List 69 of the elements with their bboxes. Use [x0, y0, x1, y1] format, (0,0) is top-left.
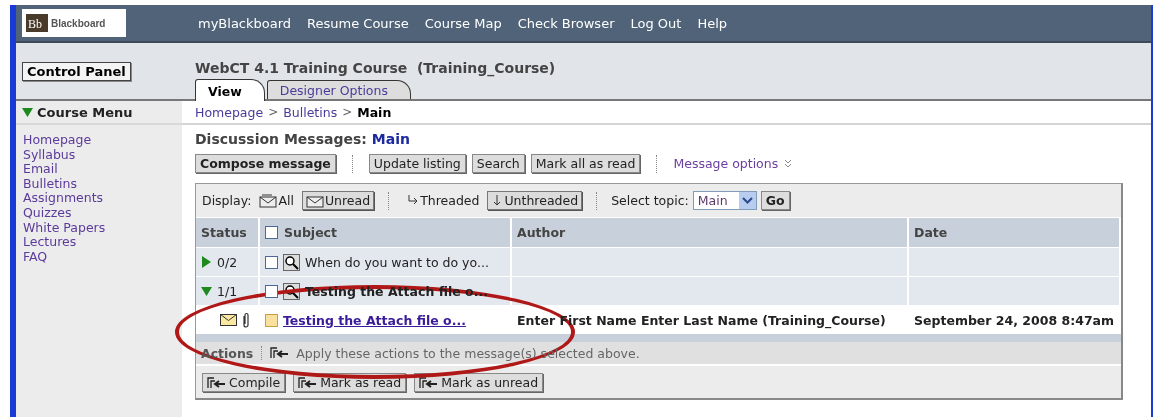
filter-toggle[interactable]: Unread	[301, 191, 375, 210]
nav-link[interactable]: myBlackboard	[198, 15, 292, 31]
apply-arrow-icon[interactable]	[207, 376, 227, 389]
course-menu-link[interactable]: Bulletins	[23, 176, 182, 192]
row-checkbox[interactable]	[265, 313, 278, 327]
table-cell: September 24, 2008 8:47am	[914, 312, 1115, 328]
toolbar-button[interactable]: Mark all as read	[530, 154, 641, 173]
nav-link[interactable]: Resume Course	[307, 15, 409, 31]
course-menu-link[interactable]: Lectures	[23, 235, 182, 250]
page-heading: Discussion Messages: Main	[195, 131, 411, 147]
breadcrumb-current[interactable]: Main	[357, 104, 392, 120]
collapse-arrow-icon[interactable]	[22, 107, 33, 117]
column-header: Subject	[284, 225, 337, 240]
course-title: WebCT 4.1 Training Course (Training_Course)	[195, 60, 557, 76]
action-button[interactable]: Mark as unread	[414, 373, 544, 392]
apply-arrow-icon	[270, 347, 291, 359]
column-header: Status	[196, 217, 260, 247]
magnifier-icon[interactable]	[283, 253, 300, 271]
course-menu-title: Course Menu	[37, 104, 133, 120]
paperclip-icon	[242, 312, 250, 328]
apply-arrow-icon[interactable]	[298, 376, 319, 389]
display-label: Display:	[202, 193, 252, 208]
blackboard-logo: Bb Blackboard	[22, 9, 126, 37]
toolbar-button[interactable]: Search	[471, 154, 525, 173]
select-all-checkbox[interactable]	[265, 226, 278, 239]
column-header: Author	[512, 217, 909, 247]
expand-arrow-icon[interactable]	[201, 256, 212, 268]
bent-arrow-icon[interactable]	[407, 194, 420, 207]
control-panel-button[interactable]: Control Panel	[22, 61, 131, 81]
row-checkbox[interactable]	[265, 255, 278, 269]
double-chevron-icon[interactable]	[784, 159, 793, 168]
message-options-menu[interactable]: Message options	[673, 156, 793, 171]
toolbar-button[interactable]: Compose message	[195, 154, 336, 173]
table-cell: 0/2	[217, 254, 238, 270]
course-menu-link[interactable]: Quizzes	[23, 205, 182, 221]
toolbar-button[interactable]: Update listing	[368, 154, 466, 173]
actions-label: Actions	[201, 345, 254, 361]
envelope-icon[interactable]	[259, 193, 278, 208]
breadcrumb-separator: >	[342, 105, 353, 119]
tab[interactable]: Designer Options	[266, 80, 411, 99]
tab[interactable]: View	[195, 79, 265, 101]
row-checkbox[interactable]	[265, 284, 278, 298]
column-header: Date	[909, 217, 1121, 247]
breadcrumb-link[interactable]: Homepage	[195, 104, 264, 120]
nav-link[interactable]: Help	[697, 15, 728, 31]
table-cell: 1/1	[217, 283, 238, 299]
course-menu-link[interactable]: Syllabus	[23, 147, 182, 163]
apply-arrow-icon[interactable]	[419, 376, 440, 389]
filter-toggle[interactable]: All	[255, 191, 298, 210]
course-menu-link[interactable]: Homepage	[23, 133, 182, 148]
course-menu-link[interactable]: FAQ	[23, 249, 182, 265]
view-toggle[interactable]: Unthreaded	[487, 191, 583, 210]
go-button[interactable]: Go	[760, 191, 790, 210]
envelope-icon	[220, 314, 237, 326]
envelope-icon[interactable]	[305, 193, 324, 208]
course-menu-link[interactable]: Email	[23, 162, 182, 177]
action-button[interactable]: Compile	[202, 373, 286, 392]
nav-link[interactable]: Log Out	[630, 15, 682, 31]
view-toggle[interactable]: Threaded	[403, 191, 484, 210]
select-topic-label: Select topic:	[611, 193, 689, 208]
nav-link[interactable]: Course Map	[424, 15, 502, 31]
breadcrumb-separator: >	[268, 105, 279, 119]
topic-select[interactable]: Main	[692, 191, 757, 210]
course-menu-link[interactable]: Assignments	[23, 191, 182, 206]
nav-link[interactable]: Check Browser	[517, 15, 615, 31]
course-menu-link[interactable]: White Papers	[23, 220, 182, 236]
collapse-arrow-icon[interactable]	[201, 285, 212, 297]
breadcrumb-link[interactable]: Bulletins	[283, 104, 338, 120]
table-cell: When do you want to do yo...	[305, 254, 489, 270]
